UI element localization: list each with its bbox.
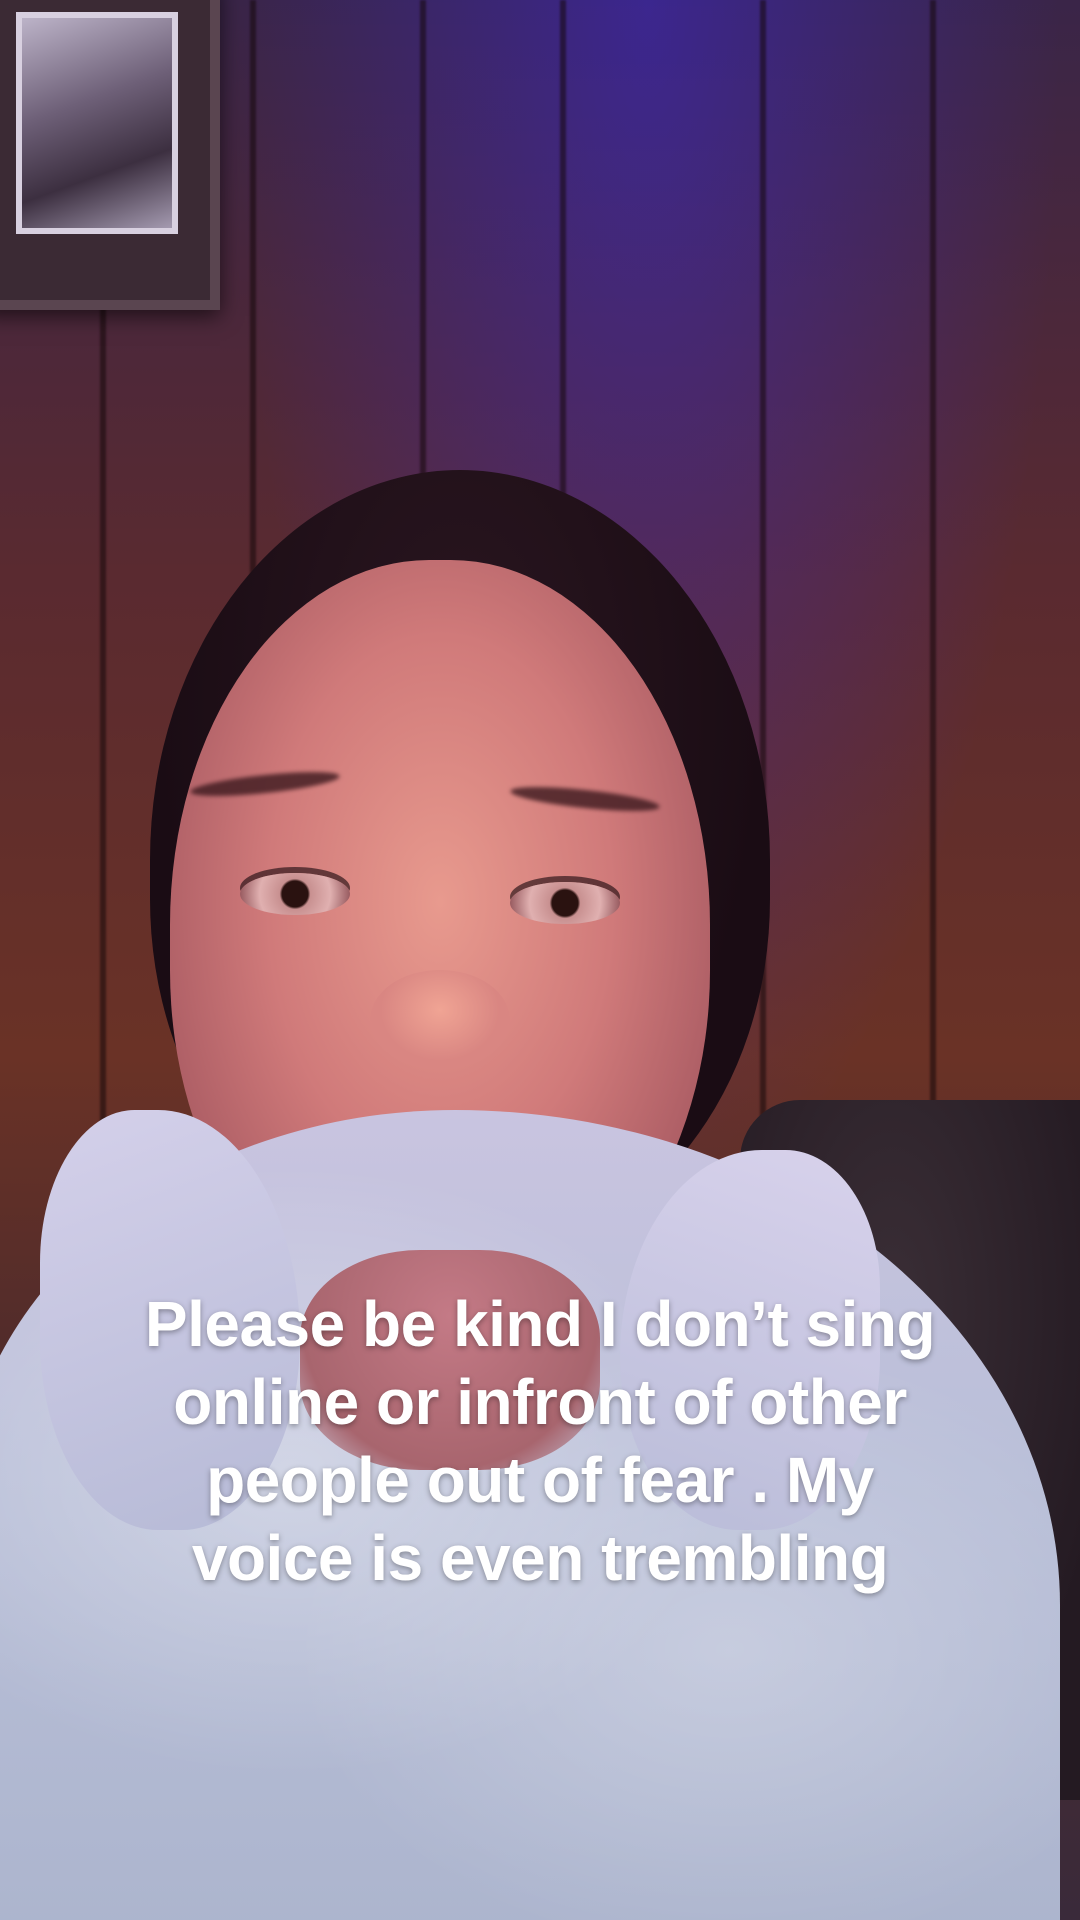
wall-panel-seam — [930, 0, 936, 1150]
nose — [370, 970, 510, 1070]
left-eye — [240, 873, 350, 915]
caption-text: Please be kind I don’t sing online or in… — [40, 1285, 1040, 1597]
caption-line: Please be kind I don’t sing — [144, 1288, 936, 1360]
right-eye — [510, 882, 620, 924]
wall-picture-frame — [0, 0, 220, 310]
video-frame: Please be kind I don’t sing online or in… — [0, 0, 1080, 1920]
wall-photo — [16, 12, 178, 234]
caption-line: people out of fear . My — [206, 1444, 874, 1516]
caption-line: voice is even trembling — [191, 1522, 889, 1594]
caption-line: online or infront of other — [173, 1366, 907, 1438]
